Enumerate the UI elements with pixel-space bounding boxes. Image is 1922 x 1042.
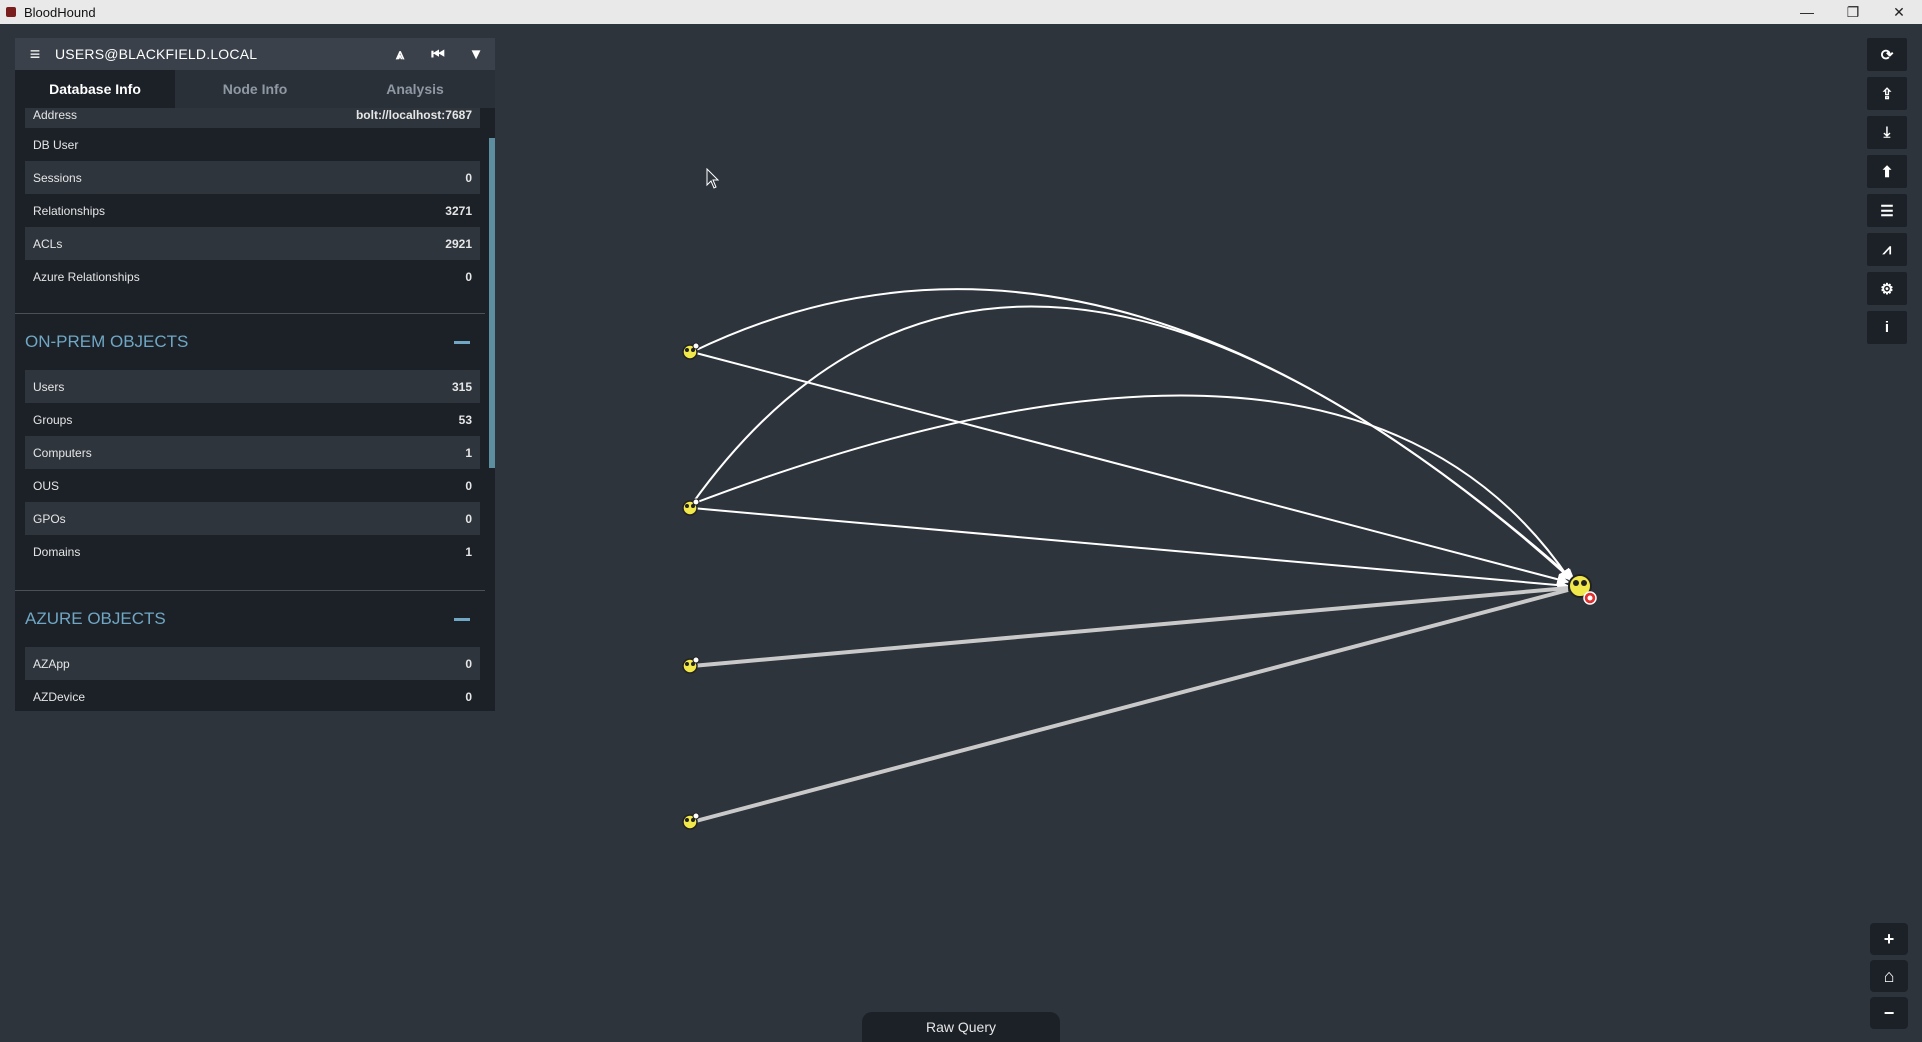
row-value: 1 — [465, 445, 472, 460]
info-icon[interactable]: i — [1867, 311, 1907, 344]
azure-section-header[interactable]: AZURE OBJECTS — [15, 590, 485, 647]
minimize-button[interactable]: — — [1784, 0, 1830, 24]
graph-edge[interactable] — [691, 586, 1569, 668]
settings-icon[interactable]: ⚙ — [1867, 272, 1907, 305]
filter-icon[interactable]: ▼ — [457, 46, 495, 63]
graph-edge[interactable] — [691, 305, 1575, 581]
row-value: 0 — [465, 170, 472, 185]
list-item: GPOs 0 — [25, 502, 480, 535]
menu-icon[interactable]: ≡ — [15, 44, 55, 65]
list-item: Address bolt://localhost:7687 — [25, 108, 480, 128]
row-value: 3271 — [445, 203, 472, 218]
section-title: ON-PREM OBJECTS — [25, 332, 189, 351]
row-value: 0 — [465, 511, 472, 526]
list-item: Domains 1 — [25, 535, 480, 568]
row-label: AZApp — [33, 656, 70, 671]
search-bar: ≡ USERS@BLACKFIELD.LOCAL ⩓ ⏮ ▼ — [15, 38, 495, 70]
list-item: Azure Relationships 0 — [25, 260, 480, 293]
app-icon — [6, 7, 16, 17]
mouse-cursor-icon — [706, 168, 720, 189]
back-icon[interactable]: ⏮ — [419, 46, 457, 63]
tab-database-info[interactable]: Database Info — [15, 70, 175, 108]
row-label: OUS — [33, 478, 60, 493]
section-title: AZURE OBJECTS — [25, 609, 166, 628]
tab-bar: Database Info Node Info Analysis — [15, 70, 495, 108]
list-item: OUS 0 — [25, 469, 480, 502]
row-value: 315 — [451, 379, 472, 394]
row-label: Groups — [33, 412, 73, 427]
row-value: 0 — [465, 269, 472, 284]
scrollbar-thumb[interactable] — [489, 138, 495, 468]
search-input[interactable]: USERS@BLACKFIELD.LOCAL — [55, 46, 381, 62]
row-label: GPOs — [33, 511, 66, 526]
row-label: Address — [33, 108, 78, 122]
graph-edge[interactable] — [691, 288, 1573, 581]
group-node[interactable] — [682, 656, 700, 674]
group-node[interactable] — [682, 498, 700, 516]
collapse-icon[interactable] — [454, 617, 470, 621]
row-value: 2921 — [445, 236, 472, 251]
tab-node-info[interactable]: Node Info — [175, 70, 335, 108]
list-item: AZApp 0 — [25, 647, 480, 680]
group-node[interactable] — [682, 342, 700, 360]
list-item: Groups 53 — [25, 403, 480, 436]
row-label: DB User — [33, 137, 79, 152]
row-value: 53 — [458, 412, 472, 427]
list-item: AZDevice 0 — [25, 680, 480, 711]
raw-query-button[interactable]: Raw Query — [862, 1012, 1060, 1042]
row-value: 0 — [465, 656, 472, 671]
row-label: Domains — [33, 544, 81, 559]
right-toolbar: ⟳ ⇪ ⤓ ⬆ ☰ ⩘ ⚙ i — [1867, 38, 1907, 350]
zoom-out-icon[interactable]: − — [1870, 997, 1908, 1029]
queue-icon[interactable]: ☰ — [1867, 194, 1907, 227]
database-info-content[interactable]: Address bolt://localhost:7687 DB User Se… — [15, 108, 495, 711]
group-node[interactable] — [682, 812, 700, 830]
row-label: Users — [33, 379, 65, 394]
restore-button[interactable]: ❐ — [1830, 0, 1876, 24]
list-item: ACLs 2921 — [25, 227, 480, 260]
row-label: AZDevice — [33, 689, 86, 704]
zoom-in-icon[interactable]: + — [1870, 923, 1908, 955]
list-item: Users 315 — [25, 370, 480, 403]
collapse-icon[interactable] — [454, 340, 470, 344]
target-group-node[interactable] — [1568, 574, 1597, 605]
pathfinding-icon[interactable]: ⩓ — [381, 46, 419, 63]
zoom-controls: + ⌂ − — [1870, 923, 1908, 1034]
export-icon[interactable]: ⤓ — [1867, 116, 1907, 149]
stats-icon[interactable]: ⩘ — [1867, 233, 1907, 266]
upload-icon[interactable]: ⇪ — [1867, 77, 1907, 110]
row-label: Azure Relationships — [33, 269, 140, 284]
row-value: bolt://localhost:7687 — [355, 108, 472, 122]
home-icon[interactable]: ⌂ — [1870, 960, 1908, 992]
row-value: 1 — [465, 544, 472, 559]
list-item: DB User — [25, 128, 480, 161]
refresh-icon[interactable]: ⟳ — [1867, 38, 1907, 71]
row-label: Computers — [33, 445, 92, 460]
window-titlebar: BloodHound — ❐ ✕ — [0, 0, 1922, 24]
graph-edge[interactable] — [691, 588, 1569, 824]
side-panel: ≡ USERS@BLACKFIELD.LOCAL ⩓ ⏮ ▼ Database … — [15, 38, 495, 711]
close-button[interactable]: ✕ — [1876, 0, 1922, 24]
list-item: Sessions 0 — [25, 161, 480, 194]
list-item: Relationships 3271 — [25, 194, 480, 227]
graph-edge[interactable] — [691, 394, 1571, 581]
row-value: 0 — [465, 478, 472, 493]
row-label: Relationships — [33, 203, 106, 218]
row-value: 0 — [465, 689, 472, 704]
row-label: ACLs — [33, 236, 63, 251]
window-title: BloodHound — [24, 4, 96, 20]
onprem-section-header[interactable]: ON-PREM OBJECTS — [15, 313, 485, 370]
tab-analysis[interactable]: Analysis — [335, 70, 495, 108]
import-icon[interactable]: ⬆ — [1867, 155, 1907, 188]
list-item: Computers 1 — [25, 436, 480, 469]
row-label: Sessions — [33, 170, 82, 185]
scrollbar[interactable] — [487, 108, 495, 711]
